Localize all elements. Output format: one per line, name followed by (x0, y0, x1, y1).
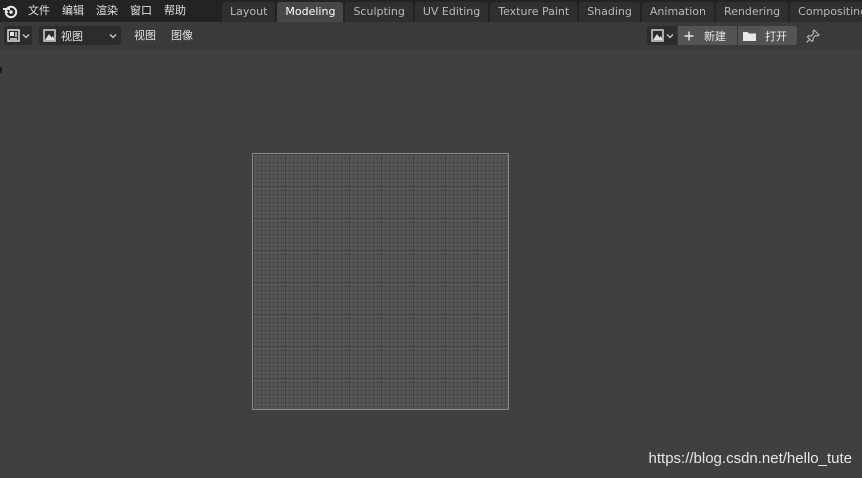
open-image-button[interactable]: 打开 (738, 26, 797, 45)
main-menu: 文件 编辑 渲染 窗口 帮助 (20, 0, 192, 22)
menu-window[interactable]: 窗口 (124, 0, 158, 22)
menu-file[interactable]: 文件 (22, 0, 56, 22)
menu-view[interactable]: 视图 (134, 22, 156, 50)
chevron-down-icon (22, 33, 29, 38)
editor-type-dropdown[interactable] (4, 26, 32, 45)
chevron-down-icon (666, 33, 673, 38)
blender-logo-icon[interactable] (0, 0, 20, 22)
tab-sculpting[interactable]: Sculpting (345, 2, 413, 22)
image-icon (43, 29, 56, 42)
workspace-tabs: Layout Modeling Sculpting UV Editing Tex… (222, 0, 862, 22)
image-editor-header: 视图 视图 图像 新建 打开 (0, 22, 862, 50)
tab-texture-paint[interactable]: Texture Paint (490, 2, 578, 22)
view-mode-label: 视图 (61, 29, 83, 43)
tab-modeling[interactable]: Modeling (277, 2, 344, 22)
tab-uv-editing[interactable]: UV Editing (414, 2, 489, 22)
watermark-text: https://blog.csdn.net/hello_tute (648, 450, 852, 467)
image-editor-icon (6, 29, 20, 42)
image-icon (650, 29, 664, 42)
top-bar: 文件 编辑 渲染 窗口 帮助 Layout Modeling Sculpting… (0, 0, 862, 22)
menu-help[interactable]: 帮助 (158, 0, 192, 22)
view-mode-dropdown[interactable]: 视图 (39, 26, 121, 45)
uv-grid-canvas[interactable] (252, 153, 509, 410)
tab-rendering[interactable]: Rendering (715, 2, 789, 22)
tab-shading[interactable]: Shading (579, 2, 640, 22)
menu-image[interactable]: 图像 (171, 22, 193, 50)
new-image-button[interactable]: 新建 (678, 26, 737, 45)
chevron-down-icon (109, 33, 117, 38)
browse-image-dropdown[interactable] (647, 26, 677, 45)
tab-layout[interactable]: Layout (222, 2, 276, 22)
menu-edit[interactable]: 编辑 (56, 0, 90, 22)
folder-icon (743, 31, 756, 41)
pin-icon[interactable] (805, 28, 821, 44)
open-image-label: 打开 (765, 29, 787, 43)
tab-animation[interactable]: Animation (641, 2, 714, 22)
tab-compositing[interactable]: Compositing (790, 2, 862, 22)
plus-icon (684, 31, 694, 40)
menu-render[interactable]: 渲染 (90, 0, 124, 22)
new-image-label: 新建 (704, 29, 726, 43)
